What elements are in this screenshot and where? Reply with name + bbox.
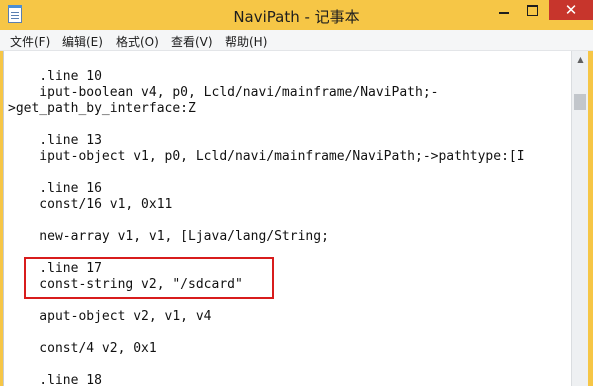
code-line: .line 13	[8, 133, 102, 148]
maximize-icon	[526, 4, 538, 16]
scroll-thumb[interactable]	[574, 94, 586, 110]
menu-edit[interactable]: 编辑(E)	[62, 33, 103, 50]
minimize-button[interactable]	[490, 0, 518, 20]
menu-bar: 文件(F) 编辑(E) 格式(O) 查看(V) 帮助(H)	[0, 30, 593, 51]
code-line: >get_path_by_interface:Z	[8, 101, 196, 116]
close-icon: ✕	[564, 1, 578, 19]
menu-file[interactable]: 文件(F)	[10, 33, 50, 50]
maximize-button[interactable]	[518, 0, 546, 20]
menu-help[interactable]: 帮助(H)	[225, 33, 267, 50]
red-highlight-box	[24, 257, 274, 299]
arrow-up-icon: ▲	[577, 55, 584, 64]
code-line: iput-boolean v4, p0, Lcld/navi/mainframe…	[8, 85, 439, 100]
code-line: aput-object v2, v1, v4	[8, 309, 212, 324]
code-line: .line 18	[8, 373, 102, 386]
notepad-window: NaviPath - 记事本 ✕ 文件(F) 编辑(E) 格式(O) 查看(V)…	[0, 0, 593, 386]
code-line: .line 16	[8, 181, 102, 196]
menu-view[interactable]: 查看(V)	[171, 33, 213, 50]
text-editor-area[interactable]: .line 10 iput-boolean v4, p0, Lcld/navi/…	[3, 51, 572, 386]
close-button[interactable]: ✕	[549, 0, 593, 20]
minimize-icon	[499, 12, 509, 14]
vertical-scrollbar[interactable]: ▲	[571, 51, 589, 386]
code-line: const/4 v2, 0x1	[8, 341, 157, 356]
window-frame-right	[588, 51, 593, 386]
code-line: .line 10	[8, 69, 102, 84]
code-line: iput-object v1, p0, Lcld/navi/mainframe/…	[8, 149, 525, 164]
title-bar[interactable]: NaviPath - 记事本 ✕	[0, 0, 593, 30]
menu-format[interactable]: 格式(O)	[116, 33, 159, 50]
scroll-up-button[interactable]: ▲	[572, 51, 589, 68]
code-line: new-array v1, v1, [Ljava/lang/String;	[8, 229, 329, 244]
code-line: const/16 v1, 0x11	[8, 197, 173, 212]
